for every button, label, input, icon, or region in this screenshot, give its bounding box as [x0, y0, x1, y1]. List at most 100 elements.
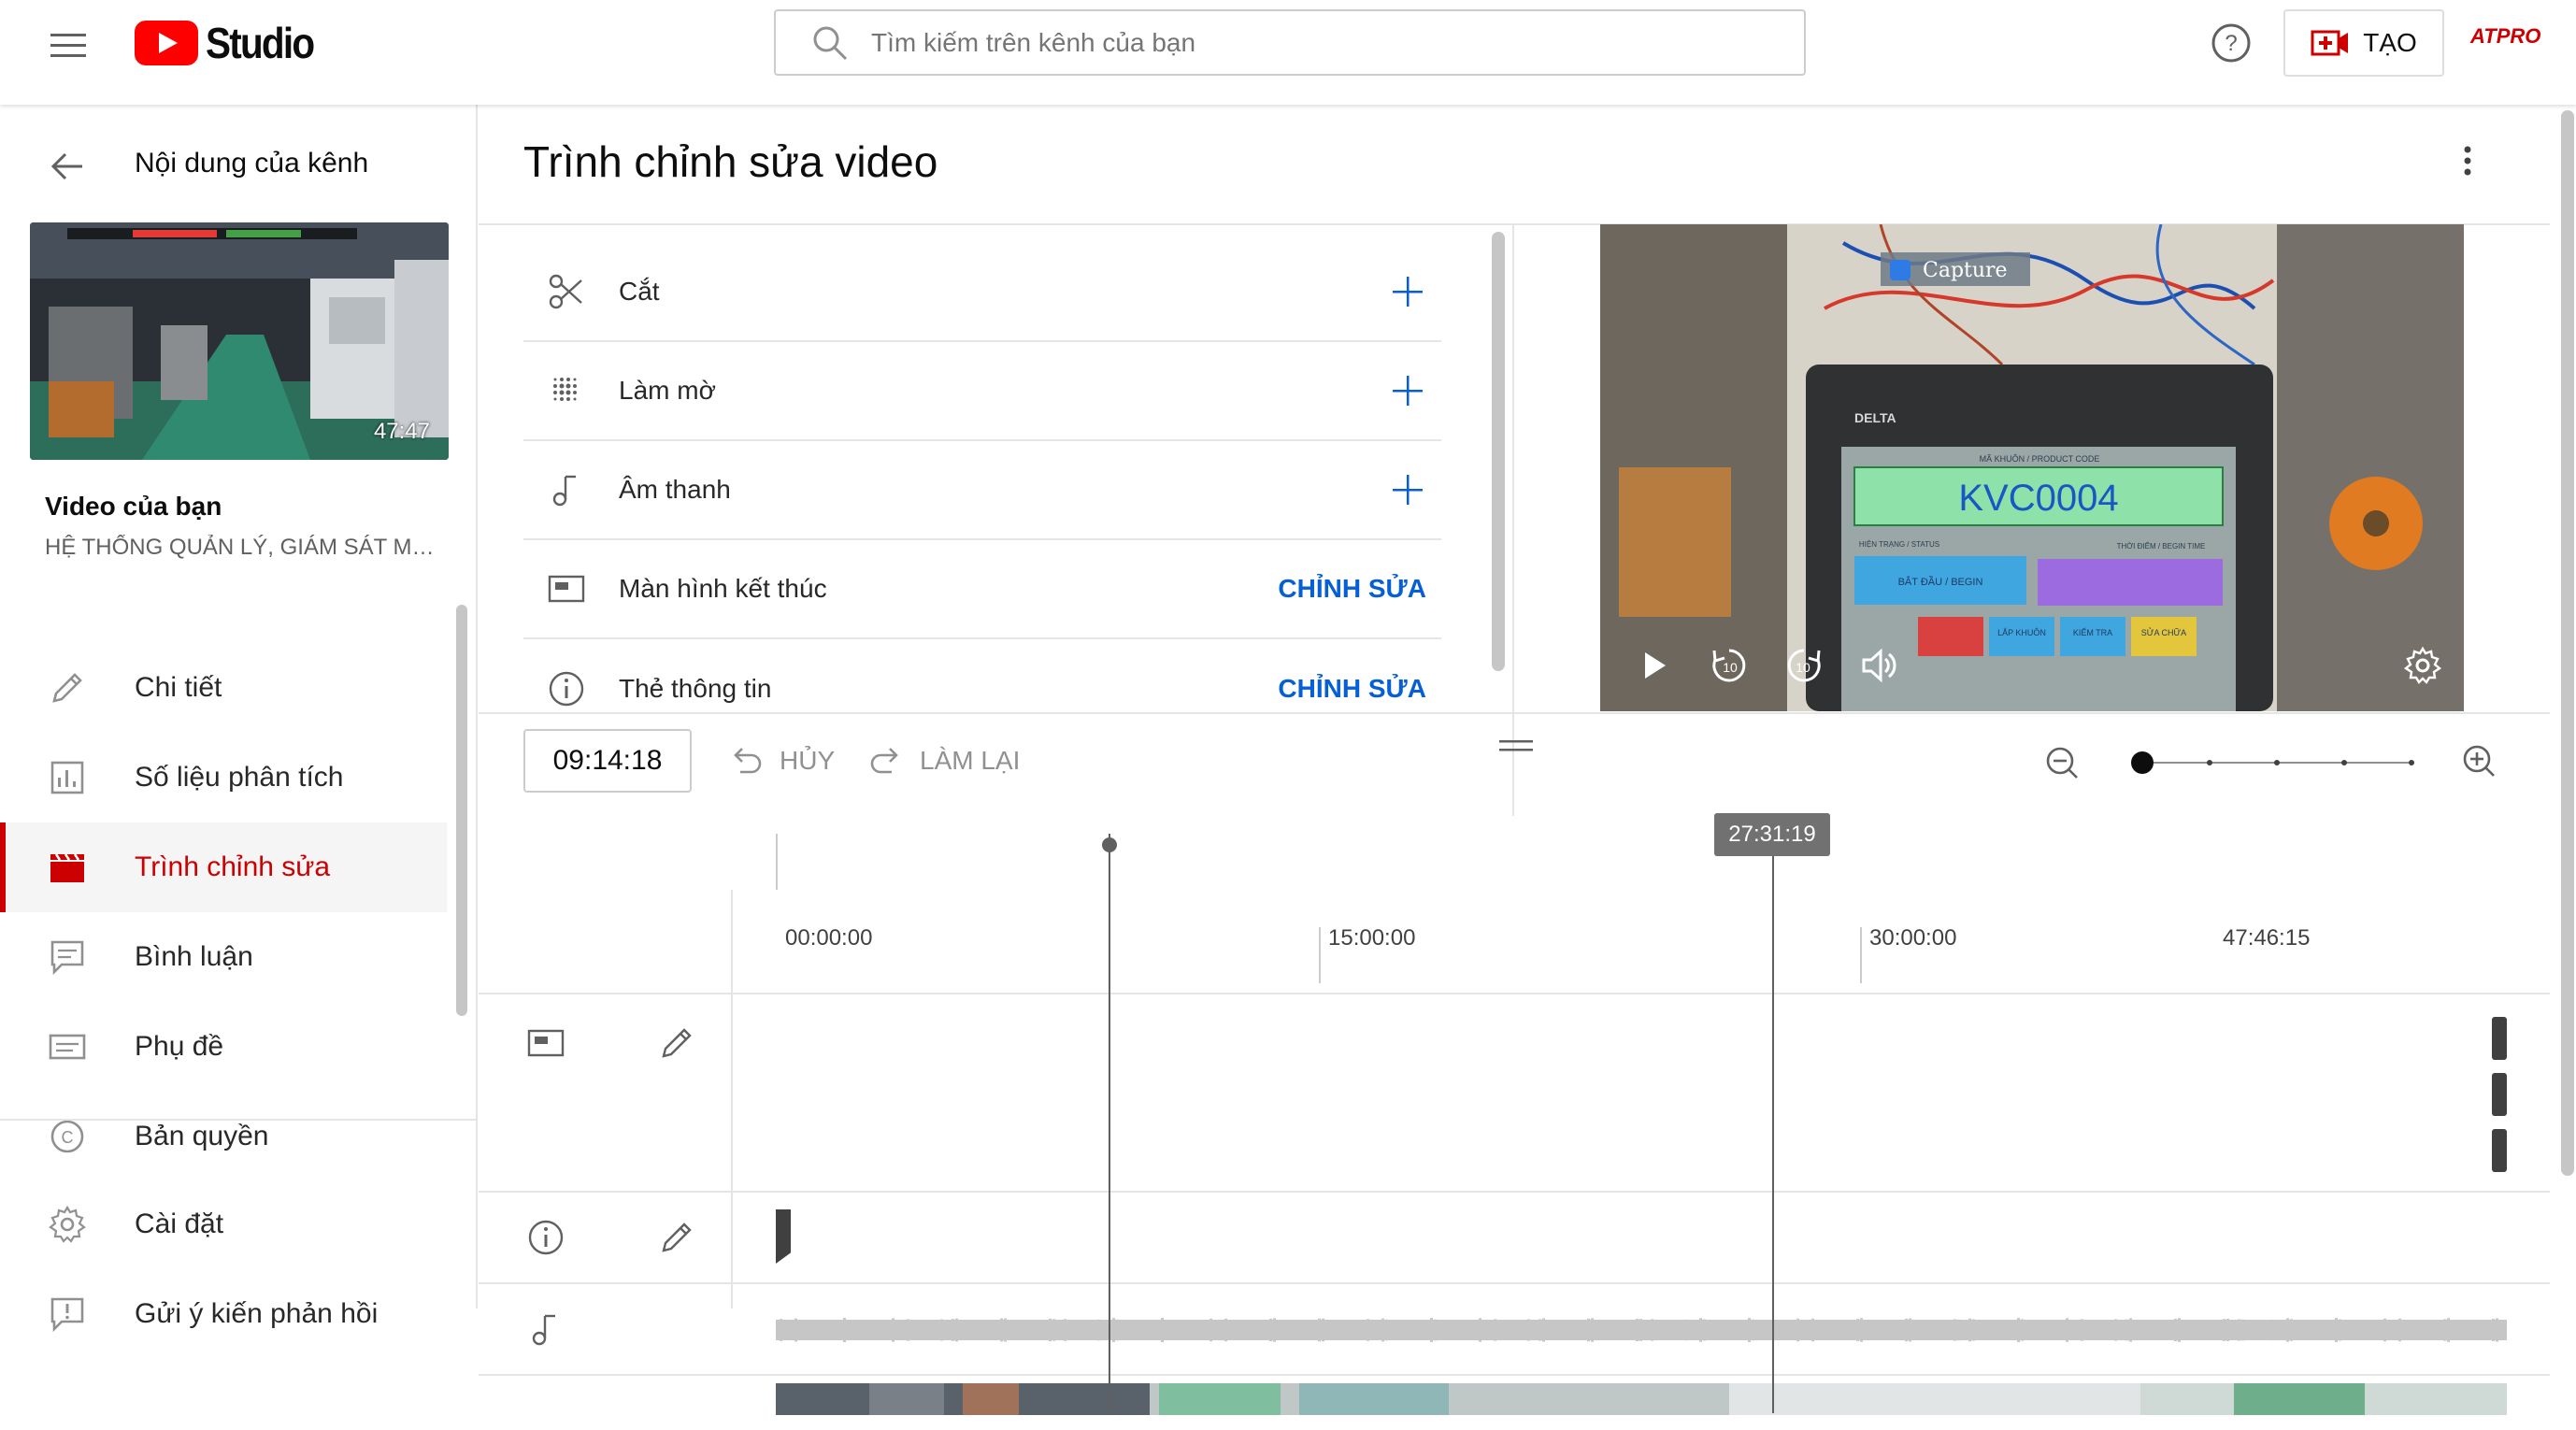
add-audio-plus-icon[interactable]: [1389, 471, 1426, 508]
video-duration: 47:47: [373, 419, 430, 444]
zoom-slider-knob[interactable]: [2131, 751, 2154, 774]
tool-blur[interactable]: Làm mờ: [523, 342, 1441, 441]
forward-10-icon[interactable]: 10: [1782, 643, 1826, 688]
sidebar-item-label: Số liệu phân tích: [135, 762, 344, 793]
forward-seconds: 10: [1796, 660, 1810, 675]
sidebar-divider: [0, 1119, 476, 1121]
help-icon[interactable]: ?: [2210, 21, 2253, 64]
add-blur-plus-icon[interactable]: [1389, 372, 1426, 409]
more-options-icon[interactable]: [2449, 142, 2486, 179]
position-marker-line: [1109, 834, 1110, 1413]
video-preview[interactable]: DELTA MÃ KHUÔN / PRODUCT CODE KVC0004 HI…: [1600, 224, 2464, 711]
edit-pencil-icon[interactable]: [656, 1217, 697, 1258]
audio-waveform: [776, 1318, 2507, 1342]
tool-audio[interactable]: Âm thanh: [523, 441, 1441, 540]
tools-scrollbar[interactable]: [1492, 232, 1505, 671]
gear-icon: [49, 1205, 86, 1243]
sidebar-item-label: Bản quyền: [135, 1121, 269, 1151]
your-video-label: Video của bạn: [45, 492, 222, 521]
sidebar-item-copyright[interactable]: C Bản quyền: [0, 1092, 447, 1181]
end-screen-track-icon: [527, 1029, 565, 1057]
sidebar-item-label: Phụ đề: [135, 1031, 224, 1062]
back-arrow-icon[interactable]: [45, 144, 90, 189]
feedback-icon: [50, 1297, 84, 1333]
create-button[interactable]: TẠO: [2283, 9, 2444, 77]
screen-header: MÃ KHUÔN / PRODUCT CODE: [1980, 454, 2100, 464]
redo-button[interactable]: LÀM LẠI: [867, 733, 1020, 789]
end-screen-track[interactable]: [479, 993, 2550, 1191]
undo-button[interactable]: HỦY: [727, 733, 835, 789]
add-trim-plus-icon[interactable]: [1389, 273, 1426, 310]
video-frames-track[interactable]: [479, 1374, 2550, 1430]
end-screen-element-handle[interactable]: [2492, 1129, 2507, 1172]
tool-end-screen[interactable]: Màn hình kết thúc CHỈNH SỬA: [523, 540, 1441, 639]
pencil-icon: [52, 673, 82, 703]
sidebar-item-label: Cài đặt: [135, 1208, 224, 1239]
avatar-text: ATPRO: [2470, 24, 2541, 48]
youtube-play-icon: [135, 21, 198, 65]
sidebar-item-label: Trình chỉnh sửa: [135, 851, 331, 882]
hamburger-menu-icon[interactable]: [47, 24, 90, 67]
tool-label: Màn hình kết thúc: [619, 574, 827, 603]
resize-drag-handle-icon[interactable]: [1497, 738, 1535, 753]
video-thumbnail[interactable]: 47:47: [30, 222, 449, 460]
ruler-tick-label: 30:00:00: [1869, 925, 1957, 951]
sidebar-item-details[interactable]: Chi tiết: [0, 643, 447, 733]
zoom-control[interactable]: [2038, 736, 2524, 789]
editor-main: Trình chỉnh sửa video Cắt Làm mờ Âm than…: [479, 105, 2576, 1415]
page-scrollbar[interactable]: [2561, 110, 2574, 1176]
end-screen-element-handle[interactable]: [2492, 1017, 2507, 1060]
studio-logo[interactable]: Studio: [135, 17, 328, 69]
screen-button-3: KIỂM TRA: [2073, 627, 2112, 637]
sidebar-scrollbar[interactable]: [456, 605, 467, 1016]
playhead[interactable]: [1772, 815, 1774, 1413]
page-title: Trình chỉnh sửa video: [523, 137, 938, 186]
ruler-tick-label: 47:46:15: [2223, 925, 2311, 951]
audio-track[interactable]: [479, 1282, 2550, 1374]
undo-icon: [734, 748, 762, 774]
tool-trim[interactable]: Cắt: [523, 243, 1441, 342]
sidebar-item-settings[interactable]: Cài đặt: [0, 1180, 447, 1269]
sidebar-item-subtitles[interactable]: Phụ đề: [0, 1002, 447, 1092]
zoom-out-icon[interactable]: [2046, 747, 2078, 779]
end-screen-element-handle[interactable]: [2492, 1073, 2507, 1116]
sidebar-item-comments[interactable]: Bình luận: [0, 912, 447, 1002]
edit-end-screen-button[interactable]: CHỈNH SỬA: [1278, 574, 1426, 604]
current-time-field[interactable]: 09:14:18: [523, 729, 692, 793]
ruler-tick-label: 00:00:00: [785, 925, 873, 951]
track-label-column-divider: [731, 890, 733, 1308]
redo-label: LÀM LẠI: [920, 746, 1021, 775]
settings-gear-icon[interactable]: [2400, 643, 2445, 688]
sidebar-item-label: Gửi ý kiến phản hồi: [135, 1298, 379, 1329]
svg-text:C: C: [62, 1128, 74, 1147]
screen-code: KVC0004: [1958, 478, 2118, 519]
play-icon[interactable]: [1632, 643, 1677, 688]
rewind-10-icon[interactable]: 10: [1707, 643, 1752, 688]
screen-button-2: LẮP KHUÔN: [1997, 628, 2046, 637]
sidebar-item-feedback[interactable]: Gửi ý kiến phản hồi: [0, 1269, 447, 1359]
screen-brand: DELTA: [1854, 410, 1896, 425]
search-icon: [813, 26, 848, 60]
edit-pencil-icon[interactable]: [656, 1022, 697, 1064]
info-card-marker[interactable]: [776, 1209, 791, 1264]
sidebar-item-editor[interactable]: Trình chỉnh sửa: [0, 822, 447, 912]
timeline-ruler[interactable]: 00:00:00 15:00:00 30:00:00 47:46:15: [479, 815, 2550, 994]
subtitles-icon: [49, 1034, 86, 1060]
sidebar-item-analytics[interactable]: Số liệu phân tích: [0, 733, 447, 822]
volume-icon[interactable]: [1856, 643, 1901, 688]
capture-label: Capture: [1923, 259, 2008, 282]
info-cards-track[interactable]: [479, 1191, 2550, 1282]
sidebar: Nội dung của kênh 47:47 Video của bạn HỆ…: [0, 105, 478, 1333]
info-track-icon: [528, 1220, 564, 1255]
video-frame: DELTA MÃ KHUÔN / PRODUCT CODE KVC0004 HI…: [1600, 224, 2464, 711]
comment-icon: [50, 940, 84, 976]
top-bar: Studio ? TẠO ATPRO: [0, 0, 2576, 105]
music-note-icon: [552, 475, 576, 507]
create-video-icon: [2311, 30, 2349, 56]
tool-info-cards[interactable]: Thẻ thông tin CHỈNH SỬA: [523, 639, 1441, 738]
search-input[interactable]: [871, 27, 1712, 58]
edit-info-cards-button[interactable]: CHỈNH SỬA: [1278, 674, 1426, 704]
zoom-in-icon[interactable]: [2463, 745, 2495, 777]
search-box[interactable]: [774, 9, 1806, 76]
avatar[interactable]: ATPRO: [2470, 24, 2541, 62]
